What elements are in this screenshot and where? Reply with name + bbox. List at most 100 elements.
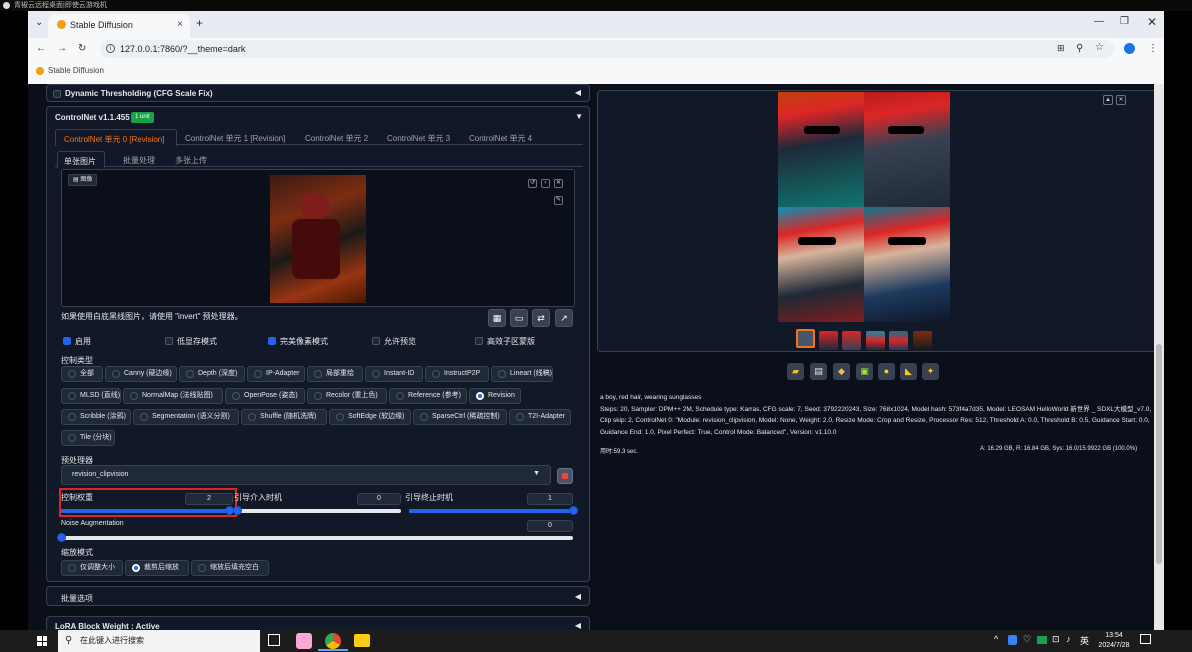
control-type-ip-adapter[interactable]: IP-Adapter [247,366,305,382]
collapse-arrow-icon[interactable]: ◀ [575,88,581,97]
start-step-knob[interactable] [233,506,242,515]
control-type-segmentation[interactable]: Segmentation (语义分割) [133,409,239,425]
tab-unit-4[interactable]: ControlNet 单元 4 [469,133,532,144]
tab-unit-2[interactable]: ControlNet 单元 2 [305,133,368,144]
lora-block-weight-accordion[interactable]: LoRA Block Weight : Active ◀ [46,616,590,630]
allow-preview-checkbox[interactable] [372,337,380,345]
thumbnail-1[interactable] [819,331,838,350]
input-language[interactable]: 英 [1080,634,1089,647]
forward-icon[interactable]: → [57,43,67,54]
control-type-tile[interactable]: Tile (分块) [61,430,115,446]
translate-icon[interactable]: ⊞ [1057,43,1065,54]
upload-icon[interactable]: ▦ [488,309,506,327]
end-step-input[interactable]: 1 [527,493,573,505]
browser-tab[interactable]: Stable Diffusion × [48,14,190,38]
low-vram-checkbox[interactable] [165,337,173,345]
chrome-icon[interactable] [325,633,341,649]
control-type-normalmap[interactable]: NormalMap (法线贴图) [123,388,223,404]
control-type-openpose[interactable]: OpenPose (姿态) [225,388,305,404]
thumbnail-4[interactable] [889,331,908,350]
control-type-inpaint[interactable]: 局部重绘 [307,366,363,382]
efficient-mask-checkbox[interactable] [475,337,483,345]
sparkle-icon[interactable]: ✦ [922,363,939,380]
send-to-img2img-icon[interactable]: ▣ [856,363,873,380]
control-type-lineart[interactable]: Lineart (线稿) [491,366,553,382]
save-icon[interactable]: ▤ [810,363,827,380]
end-step-knob[interactable] [569,506,578,515]
batch-collapse-arrow-icon[interactable]: ◀ [575,592,581,601]
nvidia-icon[interactable] [1037,636,1047,644]
enable-checkbox[interactable] [63,337,71,345]
tab-multi-upload[interactable]: 多张上传 [175,155,207,166]
undo-icon[interactable]: ‹ [541,179,550,188]
minimize-icon[interactable]: — [1094,16,1104,27]
taskbar-search[interactable]: ⚲ 在此键入进行搜索 [58,630,260,652]
thumbnail-3[interactable] [866,331,885,350]
noise-aug-slider[interactable] [57,533,573,542]
control-type-mlsd[interactable]: MLSD (直线) [61,388,121,404]
clock[interactable]: 13:54 2024/7/28 [1094,631,1134,651]
task-view-icon[interactable] [268,634,280,646]
thumbnail-2[interactable] [842,331,861,350]
tray-chevron-icon[interactable]: ^ [994,634,998,644]
control-type-canny[interactable]: Canny (硬边缘) [105,366,177,382]
control-type-instructp2p[interactable]: InstructP2P [425,366,489,382]
page-scrollbar[interactable] [1154,84,1164,630]
vpn-icon[interactable]: ♡ [1023,634,1031,645]
close-window-icon[interactable]: ✕ [1147,15,1157,29]
output-image-1[interactable] [778,92,864,207]
tab-close-icon[interactable]: × [177,14,183,36]
reload-icon[interactable]: ↻ [78,43,86,54]
file-explorer-icon[interactable] [354,634,370,647]
resize-just-resize[interactable]: 仅调整大小 [61,560,123,576]
profile-icon[interactable] [1124,43,1135,54]
bookmark-item[interactable]: Stable Diffusion [36,66,104,75]
tab-unit-1[interactable]: ControlNet 单元 1 [Revision] [185,133,285,144]
volume-icon[interactable]: ♪ [1066,634,1071,644]
control-type-recolor[interactable]: Recolor (重上色) [307,388,387,404]
defender-icon[interactable] [1008,635,1017,645]
resize-crop-and-resize[interactable]: 裁剪后缩放 [125,560,189,576]
start-step-slider[interactable] [233,506,401,515]
start-icon[interactable] [37,636,47,646]
menu-icon[interactable]: ⋮ [1148,43,1158,54]
control-type-depth[interactable]: Depth (深度) [179,366,245,382]
tab-unit-0[interactable]: ControlNet 单元 0 [Revision] [55,129,177,146]
edit-icon[interactable]: ✎ [554,196,563,205]
tab-single-image[interactable]: 单张图片 [57,151,105,168]
address-bar[interactable]: i 127.0.0.1:7860/?__theme=dark [100,40,1114,58]
back-icon[interactable]: ← [36,43,46,54]
thumbnail-5[interactable] [913,331,932,350]
app-icon-pink[interactable] [296,633,312,649]
open-folder-icon[interactable]: ▰ [787,363,804,380]
rotate-icon[interactable]: ↺ [528,179,537,188]
scrollbar-thumb[interactable] [1156,344,1162,564]
lora-collapse-arrow-icon[interactable]: ◀ [575,621,581,630]
network-icon[interactable]: ⊡ [1052,634,1060,645]
control-type-shuffle[interactable]: Shuffle (随机洗牌) [241,409,327,425]
bookmark-star-icon[interactable]: ☆ [1095,42,1104,53]
send-to-extras-icon[interactable]: ◣ [900,363,917,380]
noise-aug-input[interactable]: 0 [527,520,573,532]
control-weight-slider[interactable] [61,506,234,515]
pixel-perfect-checkbox[interactable] [268,337,276,345]
dynamic-thresholding-checkbox[interactable] [53,90,61,98]
preprocessor-select[interactable]: revision_clipvision ▼ [61,465,551,485]
output-image-grid[interactable] [778,92,950,322]
tab-search-icon[interactable]: ⌄ [35,17,43,28]
control-type-reference[interactable]: Reference (参考) [389,388,467,404]
noise-aug-knob[interactable] [57,533,66,542]
image-upload-area[interactable]: ▤ 图像 ↺ ‹ ✕ ✎ [61,169,575,307]
output-image-2[interactable] [864,92,950,207]
site-info-icon[interactable]: i [106,44,115,53]
output-image-4[interactable] [864,207,950,322]
tab-batch[interactable]: 批量处理 [123,155,155,166]
zip-icon[interactable]: ◆ [833,363,850,380]
control-type-sparsectrl[interactable]: SparseCtrl (稀疏控制) [413,409,507,425]
thumbnail-grid[interactable] [796,329,815,348]
control-type-softedge[interactable]: SoftEdge (软边缘) [329,409,411,425]
control-type-all[interactable]: 全部 [61,366,103,382]
send-to-inpaint-icon[interactable]: ● [878,363,895,380]
close-preview-icon[interactable]: ✕ [1116,95,1126,105]
resize-fill[interactable]: 缩放后填充空白 [191,560,269,576]
